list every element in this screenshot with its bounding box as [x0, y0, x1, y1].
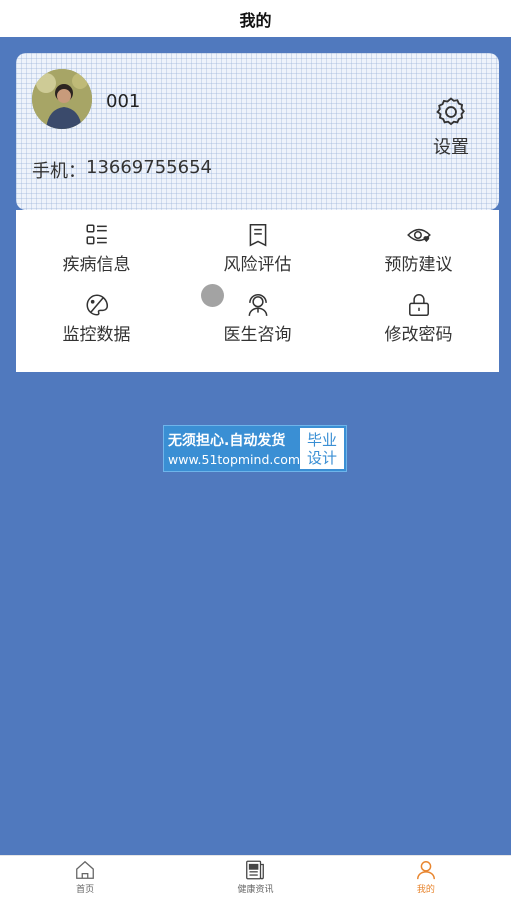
lock-icon [406, 292, 432, 318]
tab-label: 健康资讯 [237, 884, 274, 895]
phone-value: 13669755654 [86, 157, 212, 178]
settings-button[interactable]: 设置 [431, 95, 471, 159]
tab-health-news[interactable]: 健康资讯 [170, 856, 340, 897]
menu-item-label: 监控数据 [62, 325, 131, 345]
phone-label: 手机： [32, 161, 86, 182]
touch-indicator [201, 284, 224, 307]
menu-item-risk-assessment[interactable]: 风险评估 [177, 222, 338, 292]
watermark-badge: 毕业 设计 [300, 428, 344, 469]
gear-icon [434, 95, 468, 129]
watermark-badge-line1: 毕业 [306, 430, 337, 449]
tab-home[interactable]: 首页 [0, 856, 170, 897]
tab-label: 首页 [76, 884, 95, 895]
news-icon [244, 859, 266, 881]
menu-item-label: 风险评估 [223, 255, 292, 275]
avatar[interactable] [32, 69, 92, 129]
home-icon [74, 859, 96, 881]
tab-mine[interactable]: 我的 [341, 856, 511, 897]
user-icon [415, 859, 437, 881]
phone-row: 手机： 13669755654 [32, 157, 212, 183]
menu-item-label: 医生咨询 [223, 325, 292, 345]
profile-card: 001 手机： 13669755654 设置 [16, 53, 499, 210]
palette-brush-icon [84, 292, 110, 318]
menu-panel: 疾病信息 风险评估 预防建议 监控数据 医生咨询 修改密码 [16, 210, 499, 372]
settings-label: 设置 [433, 137, 469, 158]
menu-item-prevention-advice[interactable]: 预防建议 [338, 222, 499, 292]
eye-heart-icon [406, 222, 432, 248]
tab-label: 我的 [416, 884, 435, 895]
document-icon [245, 222, 271, 248]
menu-item-monitoring-data[interactable]: 监控数据 [16, 292, 177, 362]
page-title: 我的 [239, 10, 272, 30]
list-grid-icon [84, 222, 110, 248]
watermark-badge-line2: 设计 [306, 448, 337, 467]
username: 001 [106, 91, 141, 112]
menu-item-label: 修改密码 [384, 325, 453, 345]
menu-item-disease-info[interactable]: 疾病信息 [16, 222, 177, 292]
watermark-line2: www.51topmind.com [168, 452, 301, 467]
menu-item-change-password[interactable]: 修改密码 [338, 292, 499, 362]
doctor-icon [245, 292, 271, 318]
menu-item-label: 疾病信息 [62, 255, 131, 275]
watermark-banner: 无须担心.自动发货 www.51topmind.com 毕业 设计 [163, 425, 347, 472]
tab-bar: 首页 健康资讯 我的 [0, 855, 511, 897]
top-bar: 我的 [0, 0, 511, 37]
menu-item-label: 预防建议 [384, 255, 453, 275]
menu-item-doctor-consult[interactable]: 医生咨询 [177, 292, 338, 362]
watermark-line1: 无须担心.自动发货 [168, 433, 286, 449]
